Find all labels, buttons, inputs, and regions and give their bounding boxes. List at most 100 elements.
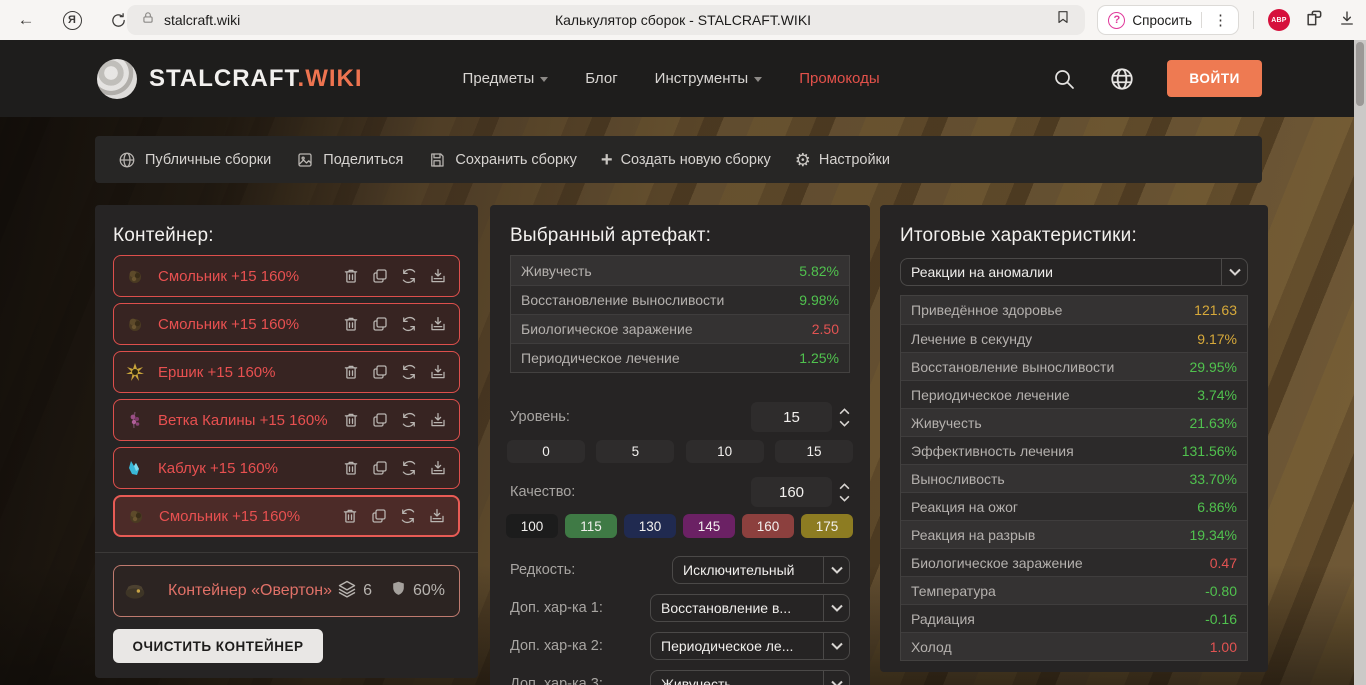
chevron-up-icon[interactable] bbox=[838, 482, 850, 490]
chevron-down-icon bbox=[1221, 259, 1247, 285]
stat-row: Реакция на разрыв19.34% bbox=[901, 520, 1247, 548]
nav-blog[interactable]: Блог bbox=[585, 70, 617, 87]
refresh-icon[interactable] bbox=[398, 507, 417, 526]
page-scrollbar[interactable] bbox=[1354, 40, 1366, 685]
trash-icon[interactable] bbox=[341, 411, 360, 430]
container-item[interactable]: Смольник +15 160% bbox=[113, 303, 460, 345]
refresh-icon[interactable] bbox=[399, 411, 418, 430]
quality-input[interactable]: 160 bbox=[751, 477, 832, 507]
chevron-down-icon[interactable] bbox=[838, 419, 850, 427]
save-icon bbox=[427, 150, 447, 170]
level-presets: 0 5 10 15 bbox=[507, 440, 853, 463]
chevron-down-icon bbox=[823, 557, 849, 583]
save-build-button[interactable]: Сохранить сборку bbox=[427, 150, 577, 170]
quality-preset-button[interactable]: 160 bbox=[742, 514, 794, 538]
downloads-icon[interactable] bbox=[1338, 9, 1356, 32]
lock-icon[interactable] bbox=[141, 10, 155, 30]
quality-preset-button[interactable]: 175 bbox=[801, 514, 853, 538]
smolnik-artifact-icon bbox=[124, 313, 146, 335]
extension-icon[interactable] bbox=[1304, 8, 1324, 33]
copy-icon[interactable] bbox=[369, 507, 388, 526]
quality-stepper[interactable] bbox=[838, 482, 850, 502]
totals-panel-title: Итоговые характеристики: bbox=[900, 225, 1137, 247]
level-label: Уровень: bbox=[510, 409, 570, 425]
browser-back-button[interactable]: ← bbox=[14, 8, 38, 32]
level-preset-button[interactable]: 5 bbox=[596, 440, 674, 463]
chrome-separator bbox=[1253, 11, 1254, 29]
trash-icon[interactable] bbox=[341, 363, 360, 382]
quality-preset-button[interactable]: 130 bbox=[624, 514, 676, 538]
login-button[interactable]: ВОЙТИ bbox=[1167, 60, 1262, 97]
container-item[interactable]: Каблук +15 160% bbox=[113, 447, 460, 489]
container-panel-title: Контейнер: bbox=[113, 225, 214, 247]
nav-items[interactable]: Предметы bbox=[463, 70, 549, 87]
refresh-icon[interactable] bbox=[399, 363, 418, 382]
stat-row: Периодическое лечение 1.25% bbox=[511, 343, 849, 372]
level-preset-button[interactable]: 10 bbox=[686, 440, 764, 463]
refresh-icon[interactable] bbox=[399, 267, 418, 286]
trash-icon[interactable] bbox=[341, 459, 360, 478]
download-icon[interactable] bbox=[427, 507, 446, 526]
quality-preset-button[interactable]: 115 bbox=[565, 514, 617, 538]
stat-row: Радиация-0.16 bbox=[901, 604, 1247, 632]
download-icon[interactable] bbox=[428, 459, 447, 478]
ask-button[interactable]: ? Спросить ⋮ bbox=[1097, 5, 1239, 35]
trash-icon[interactable] bbox=[340, 507, 359, 526]
smolnik-artifact-icon bbox=[124, 265, 146, 287]
bookmark-icon[interactable] bbox=[1055, 8, 1071, 31]
settings-button[interactable]: ⚙ Настройки bbox=[795, 151, 890, 169]
nav-promocodes[interactable]: Промокоды bbox=[799, 70, 879, 87]
extra-stat-2-select[interactable]: Периодическое ле... bbox=[650, 632, 850, 660]
level-preset-button[interactable]: 0 bbox=[507, 440, 585, 463]
download-icon[interactable] bbox=[428, 363, 447, 382]
rarity-select[interactable]: Исключительный bbox=[672, 556, 850, 584]
copy-icon[interactable] bbox=[370, 411, 389, 430]
container-overton-row[interactable]: Контейнер «Овертон» 6 60% bbox=[113, 565, 460, 617]
copy-icon[interactable] bbox=[370, 459, 389, 478]
container-item-selected[interactable]: Смольник +15 160% bbox=[113, 495, 460, 537]
quality-preset-button[interactable]: 100 bbox=[506, 514, 558, 538]
copy-icon[interactable] bbox=[370, 315, 389, 334]
nav-tools[interactable]: Инструменты bbox=[655, 70, 763, 87]
share-button[interactable]: Поделиться bbox=[295, 150, 403, 170]
quality-preset-button[interactable]: 145 bbox=[683, 514, 735, 538]
copy-icon[interactable] bbox=[370, 363, 389, 382]
totals-filter-select[interactable]: Реакции на аномалии bbox=[900, 258, 1248, 286]
level-preset-button[interactable]: 15 bbox=[775, 440, 853, 463]
refresh-icon[interactable] bbox=[399, 315, 418, 334]
download-icon[interactable] bbox=[428, 315, 447, 334]
copy-icon[interactable] bbox=[370, 267, 389, 286]
download-icon[interactable] bbox=[428, 411, 447, 430]
trash-icon[interactable] bbox=[341, 267, 360, 286]
level-input[interactable]: 15 bbox=[751, 402, 832, 432]
globe-icon bbox=[117, 150, 137, 170]
download-icon[interactable] bbox=[428, 267, 447, 286]
more-menu-icon[interactable]: ⋮ bbox=[1211, 11, 1230, 29]
chevron-up-icon[interactable] bbox=[838, 407, 850, 415]
yandex-browser-icon[interactable]: Я bbox=[60, 8, 84, 32]
artifact-name: Каблук +15 160% bbox=[158, 460, 278, 477]
container-item[interactable]: Ветка Калины +15 160% bbox=[113, 399, 460, 441]
clear-container-button[interactable]: ОЧИСТИТЬ КОНТЕЙНЕР bbox=[113, 629, 323, 663]
ershik-artifact-icon bbox=[124, 361, 146, 383]
site-logo[interactable]: STALCRAFT.WIKI bbox=[97, 59, 363, 99]
container-item[interactable]: Ершик +15 160% bbox=[113, 351, 460, 393]
ask-label: Спросить bbox=[1132, 13, 1192, 28]
trash-icon[interactable] bbox=[341, 315, 360, 334]
scrollbar-thumb[interactable] bbox=[1356, 42, 1364, 106]
logo-globe-icon bbox=[97, 59, 137, 99]
overton-container-icon bbox=[124, 580, 146, 602]
adblock-extension-icon[interactable]: ABP bbox=[1268, 9, 1290, 31]
refresh-icon[interactable] bbox=[399, 459, 418, 478]
new-build-button[interactable]: + Создать новую сборку bbox=[601, 150, 771, 170]
container-item[interactable]: Смольник +15 160% bbox=[113, 255, 460, 297]
extra-stat-1-select[interactable]: Восстановление в... bbox=[650, 594, 850, 622]
public-builds-button[interactable]: Публичные сборки bbox=[117, 150, 271, 170]
rarity-label: Редкость: bbox=[510, 562, 575, 578]
quality-label: Качество: bbox=[510, 484, 575, 500]
language-globe-icon[interactable] bbox=[1109, 66, 1135, 92]
search-icon[interactable] bbox=[1051, 66, 1077, 92]
chevron-down-icon[interactable] bbox=[838, 494, 850, 502]
extra-stat-3-select[interactable]: Живучесть bbox=[650, 670, 850, 685]
level-stepper[interactable] bbox=[838, 407, 850, 427]
